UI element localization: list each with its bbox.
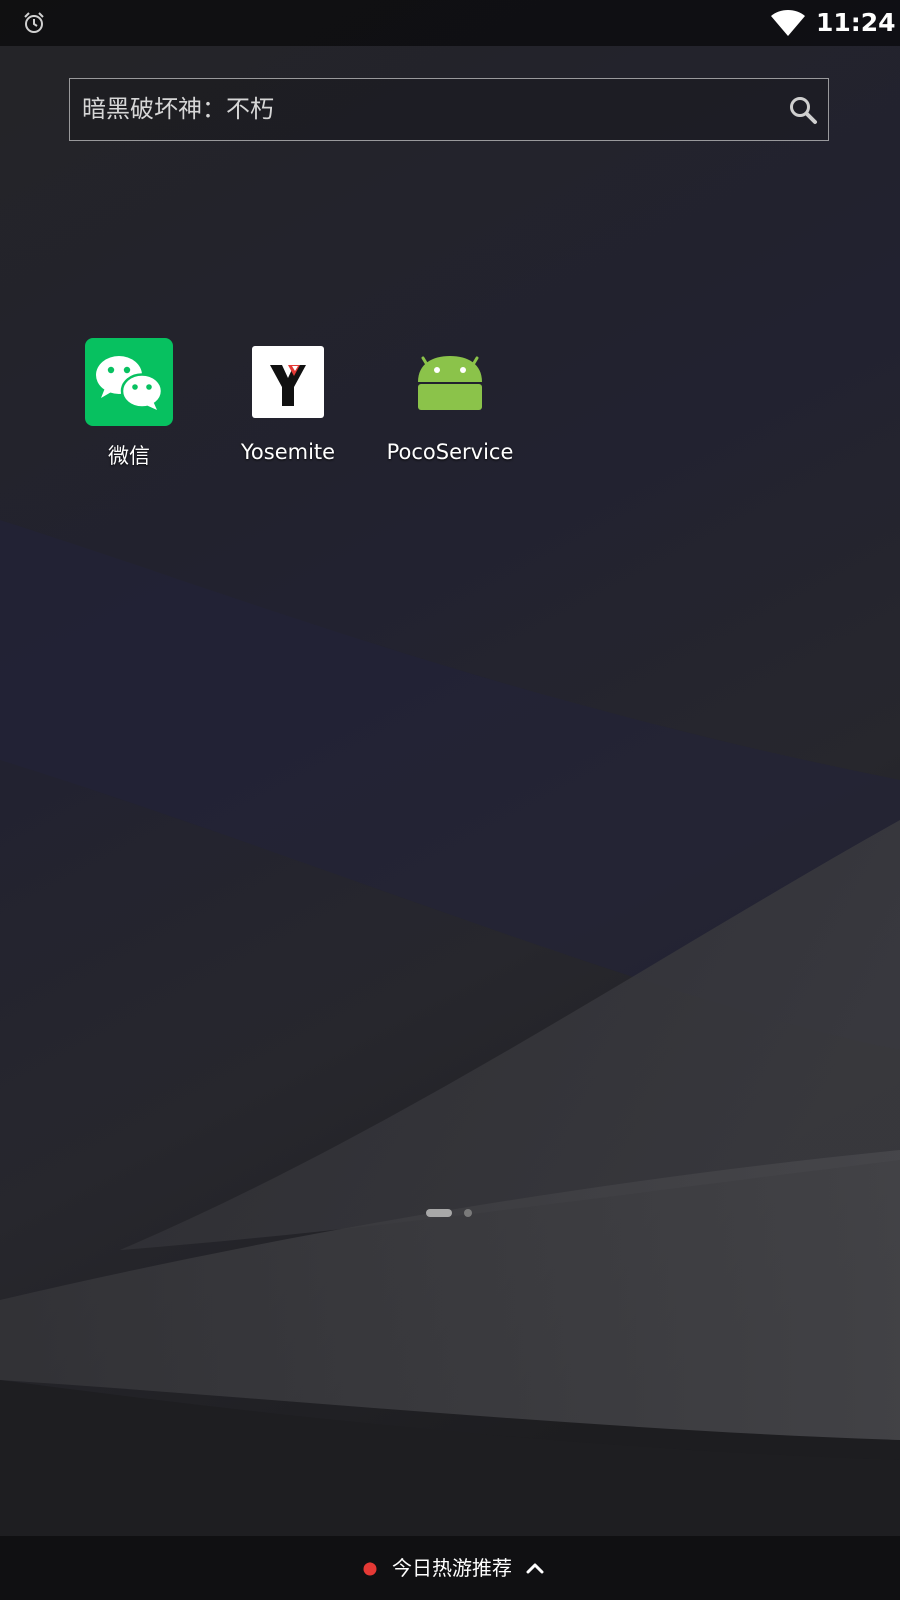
status-bar: 11:24 [0,0,900,46]
hot-badge-icon [363,1562,377,1576]
android-icon[interactable] [406,338,494,426]
app-label: PocoService [386,440,514,464]
app-pocoservice[interactable]: PocoService [363,338,523,478]
app-wechat[interactable]: 微信 [42,338,202,478]
wifi-icon [771,10,805,36]
search-widget[interactable]: 暗黑破坏神：不朽 [69,78,829,141]
page-indicator [420,1207,480,1219]
alarm-icon [24,12,44,33]
home-screen: 11:24 暗黑破坏神：不朽 微信 Yosemite PocoService 今… [0,0,900,1600]
wallpaper [0,0,900,1600]
hot-games-button[interactable]: 今日热游推荐 [362,1548,544,1588]
wechat-icon[interactable] [85,338,173,426]
search-icon[interactable] [788,95,818,125]
page-dot [464,1209,472,1217]
page-dot-active [426,1209,452,1217]
hot-games-label: 今日热游推荐 [392,1556,512,1580]
status-clock: 11:24 [816,8,896,37]
bottom-bar: 今日热游推荐 [0,1536,900,1600]
search-query[interactable]: 暗黑破坏神：不朽 [82,79,274,140]
app-label: 微信 [108,444,150,468]
chevron-up-icon[interactable] [526,1562,544,1574]
app-yosemite[interactable]: Yosemite [201,338,361,478]
yosemite-icon[interactable] [244,338,332,426]
app-label: Yosemite [240,440,336,464]
